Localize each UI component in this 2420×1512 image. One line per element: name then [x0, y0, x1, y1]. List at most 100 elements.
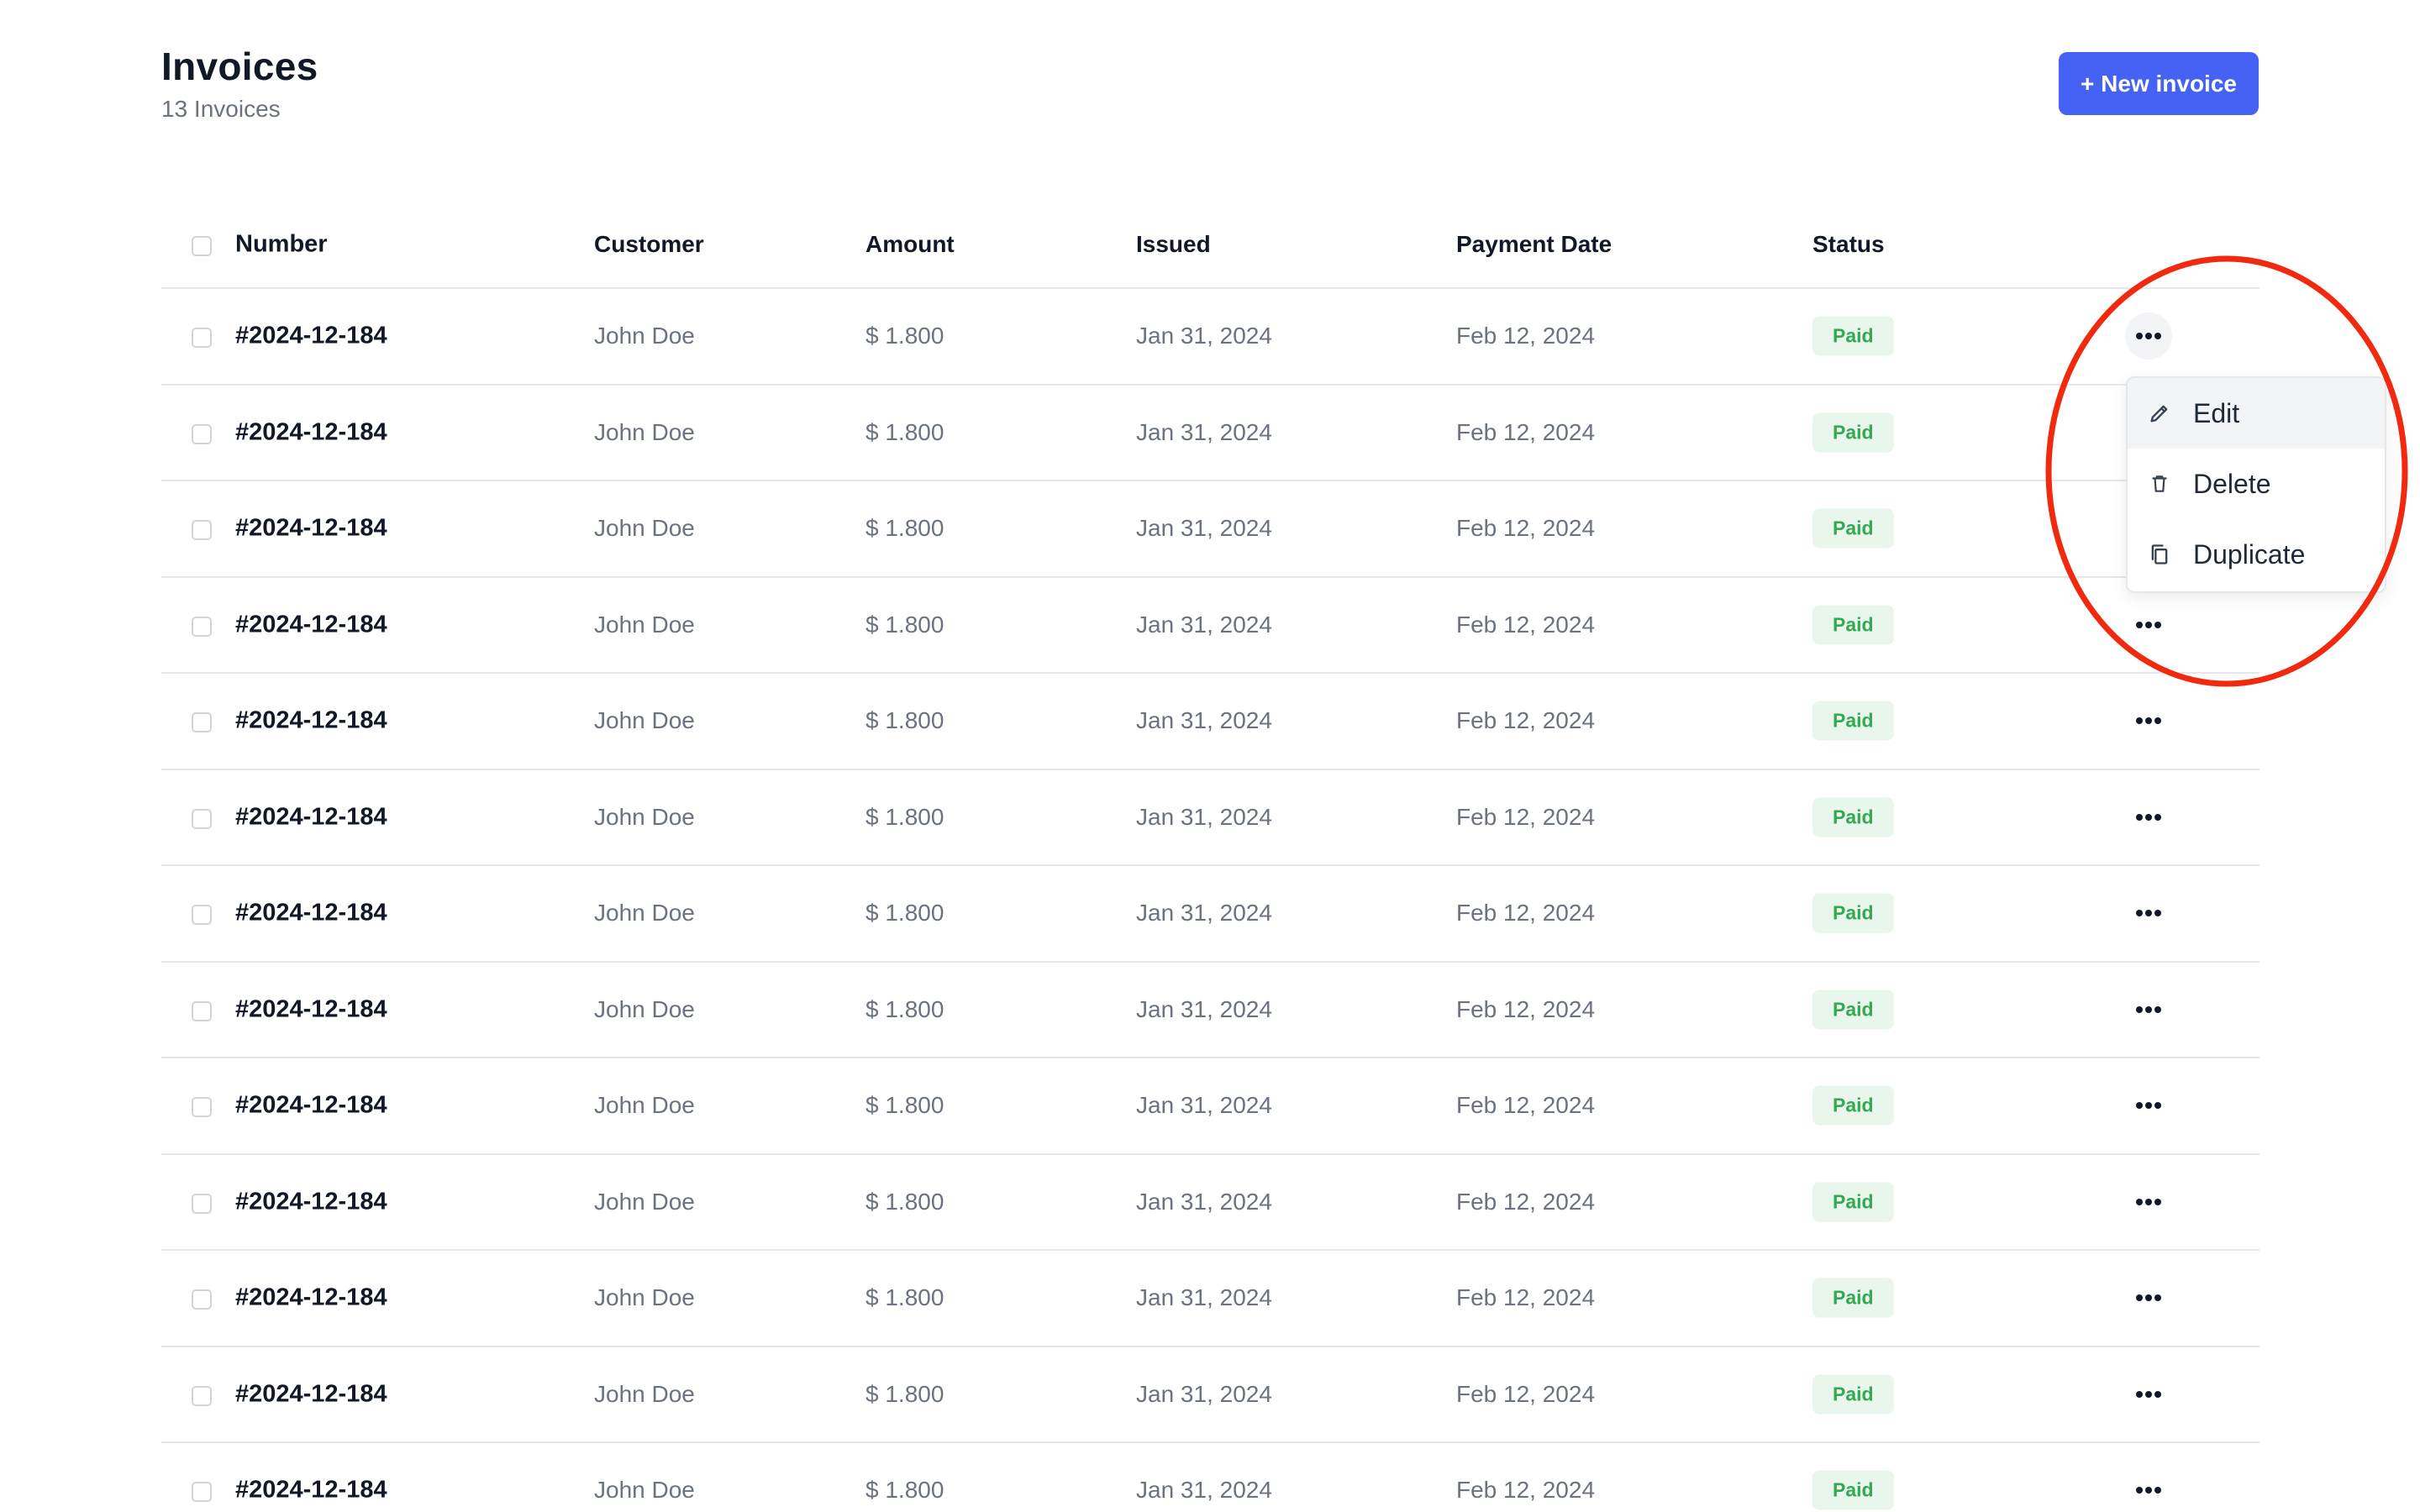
select-all-checkbox[interactable] [192, 236, 212, 256]
status-badge: Paid [1812, 316, 1894, 356]
row-checkbox[interactable] [192, 328, 212, 349]
invoice-amount: $ 1.800 [865, 1284, 944, 1311]
status-cell: Paid [1812, 605, 1894, 645]
more-icon [2136, 621, 2161, 628]
row-actions-button[interactable] [2125, 312, 2172, 360]
invoice-number[interactable]: #2024-12-184 [235, 1092, 387, 1120]
row-actions-button[interactable] [2125, 890, 2172, 937]
column-header-number[interactable]: Number [235, 231, 328, 259]
column-header-status[interactable]: Status [1812, 231, 1885, 258]
customer-name: John Doe [594, 418, 695, 445]
invoice-number[interactable]: #2024-12-184 [235, 611, 387, 638]
issued-date: Jan 31, 2024 [1136, 803, 1272, 830]
invoice-amount: $ 1.800 [865, 418, 944, 445]
invoice-amount: $ 1.800 [865, 1380, 944, 1407]
issued-date: Jan 31, 2024 [1136, 707, 1272, 734]
page-title: Invoices [161, 45, 318, 88]
more-icon [2136, 813, 2161, 821]
more-icon [2136, 910, 2161, 917]
customer-name: John Doe [594, 1477, 695, 1504]
invoice-number[interactable]: #2024-12-184 [235, 418, 387, 446]
status-badge: Paid [1812, 1278, 1894, 1318]
new-invoice-button[interactable]: + New invoice [2059, 52, 2259, 115]
row-checkbox[interactable] [192, 905, 212, 926]
invoice-number[interactable]: #2024-12-184 [235, 1284, 387, 1312]
row-checkbox[interactable] [192, 1289, 212, 1310]
status-badge: Paid [1812, 412, 1894, 453]
table-row[interactable]: #2024-12-184 John Doe $ 1.800 Jan 31, 2024 F… [161, 1347, 2260, 1443]
table-row[interactable]: #2024-12-184 John Doe $ 1.800 Jan 31, 2024 F… [161, 770, 2260, 866]
table-row[interactable]: #2024-12-184 John Doe $ 1.800 Jan 31, 2024 F… [161, 674, 2260, 770]
row-checkbox[interactable] [192, 808, 212, 829]
row-checkbox[interactable] [192, 1097, 212, 1118]
status-cell: Paid [1812, 1470, 1894, 1510]
row-checkbox[interactable] [192, 1385, 212, 1406]
row-actions-button[interactable] [2125, 986, 2172, 1033]
invoice-number[interactable]: #2024-12-184 [235, 323, 387, 350]
row-checkbox[interactable] [192, 423, 212, 444]
invoice-number[interactable]: #2024-12-184 [235, 900, 387, 927]
column-header-amount[interactable]: Amount [865, 231, 955, 258]
table-row[interactable]: #2024-12-184 John Doe $ 1.800 Jan 31, 2024 F… [161, 481, 2260, 578]
payment-date: Feb 12, 2024 [1456, 1284, 1596, 1311]
status-badge: Paid [1812, 605, 1894, 645]
menu-item-duplicate[interactable]: Duplicate [2128, 519, 2385, 590]
row-actions-button[interactable] [2125, 1082, 2172, 1129]
menu-item-label: Duplicate [2193, 538, 2306, 570]
invoice-number[interactable]: #2024-12-184 [235, 995, 387, 1023]
row-checkbox[interactable] [192, 616, 212, 637]
row-actions-button[interactable] [2125, 601, 2172, 648]
menu-item-edit[interactable]: Edit [2128, 378, 2385, 449]
customer-name: John Doe [594, 515, 695, 542]
row-actions-button[interactable] [2125, 794, 2172, 841]
status-cell: Paid [1812, 316, 1894, 356]
customer-name: John Doe [594, 323, 695, 349]
more-icon [2136, 717, 2161, 725]
status-badge: Paid [1812, 1182, 1894, 1222]
table-row[interactable]: #2024-12-184 John Doe $ 1.800 Jan 31, 2024 F… [161, 289, 2260, 386]
row-checkbox[interactable] [192, 712, 212, 733]
customer-name: John Doe [594, 1092, 695, 1119]
table-row[interactable]: #2024-12-184 John Doe $ 1.800 Jan 31, 2024 F… [161, 1251, 2260, 1347]
status-cell: Paid [1812, 701, 1894, 741]
row-actions-button[interactable] [2125, 1467, 2172, 1512]
payment-date: Feb 12, 2024 [1456, 707, 1596, 734]
row-checkbox[interactable] [192, 1000, 212, 1021]
row-checkbox[interactable] [192, 1193, 212, 1214]
row-actions-button[interactable] [2125, 1371, 2172, 1418]
payment-date: Feb 12, 2024 [1456, 611, 1596, 638]
issued-date: Jan 31, 2024 [1136, 418, 1272, 445]
invoice-number[interactable]: #2024-12-184 [235, 1380, 387, 1408]
invoice-amount: $ 1.800 [865, 323, 944, 349]
table-row[interactable]: #2024-12-184 John Doe $ 1.800 Jan 31, 2024 F… [161, 1155, 2260, 1251]
table-row[interactable]: #2024-12-184 John Doe $ 1.800 Jan 31, 2024 F… [161, 866, 2260, 963]
row-actions-button[interactable] [2125, 1274, 2172, 1321]
table-row[interactable]: #2024-12-184 John Doe $ 1.800 Jan 31, 2024 F… [161, 963, 2260, 1058]
status-cell: Paid [1812, 797, 1894, 837]
column-header-issued[interactable]: Issued [1136, 231, 1211, 258]
row-actions-button[interactable] [2125, 697, 2172, 744]
column-header-payment-date[interactable]: Payment Date [1456, 231, 1612, 258]
menu-item-label: Delete [2193, 468, 2271, 499]
invoice-number[interactable]: #2024-12-184 [235, 1477, 387, 1504]
table-row[interactable]: #2024-12-184 John Doe $ 1.800 Jan 31, 2024 F… [161, 578, 2260, 674]
customer-name: John Doe [594, 1188, 695, 1215]
invoice-amount: $ 1.800 [865, 707, 944, 734]
invoice-number[interactable]: #2024-12-184 [235, 707, 387, 735]
menu-item-delete[interactable]: Delete [2128, 449, 2385, 519]
column-header-customer[interactable]: Customer [594, 231, 704, 258]
table-row[interactable]: #2024-12-184 John Doe $ 1.800 Jan 31, 2024 F… [161, 1058, 2260, 1155]
copy-icon [2146, 541, 2173, 568]
table-row[interactable]: #2024-12-184 John Doe $ 1.800 Jan 31, 2024 F… [161, 386, 2260, 481]
status-cell: Paid [1812, 1374, 1894, 1415]
invoice-number[interactable]: #2024-12-184 [235, 1188, 387, 1215]
more-icon [2136, 1005, 2161, 1013]
status-badge: Paid [1812, 1374, 1894, 1415]
invoice-number[interactable]: #2024-12-184 [235, 803, 387, 831]
row-actions-button[interactable] [2125, 1179, 2172, 1226]
row-checkbox[interactable] [192, 1482, 212, 1503]
row-checkbox[interactable] [192, 520, 212, 541]
invoice-number[interactable]: #2024-12-184 [235, 515, 387, 543]
table-row[interactable]: #2024-12-184 John Doe $ 1.800 Jan 31, 2024 F… [161, 1443, 2260, 1512]
customer-name: John Doe [594, 995, 695, 1022]
